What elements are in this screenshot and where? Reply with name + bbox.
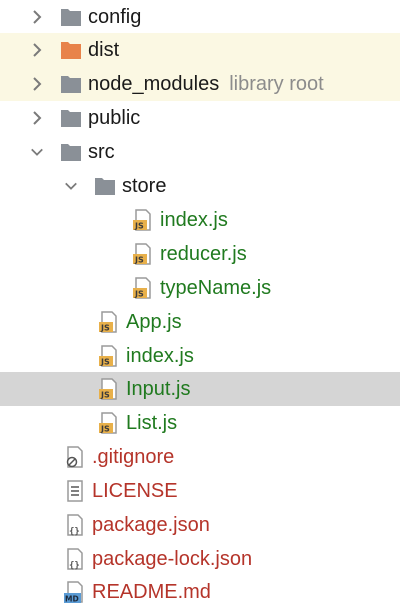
tree-item-store[interactable]: store bbox=[0, 169, 400, 203]
js-file-icon: JS bbox=[132, 209, 154, 231]
tree-item-label: List.js bbox=[126, 412, 178, 434]
chevron-right-icon[interactable] bbox=[30, 7, 44, 27]
tree-item-label: public bbox=[88, 107, 141, 129]
library-root-hint: library root bbox=[229, 72, 324, 95]
tree-item-label: LICENSE bbox=[92, 480, 178, 502]
svg-text:JS: JS bbox=[134, 290, 144, 299]
tree-item-readme-md[interactable]: MD README.md bbox=[0, 575, 400, 607]
tree-item-label: dist bbox=[88, 39, 120, 61]
folder-icon bbox=[60, 107, 82, 129]
folder-icon bbox=[60, 141, 82, 163]
svg-text:JS: JS bbox=[134, 222, 144, 231]
js-file-icon: JS bbox=[98, 378, 120, 400]
tree-item-label: src bbox=[88, 141, 115, 163]
tree-item-node-modules[interactable]: node_modules library root bbox=[0, 67, 400, 101]
tree-item-dist[interactable]: dist bbox=[0, 33, 400, 67]
tree-item-package-json[interactable]: {} package.json bbox=[0, 508, 400, 542]
js-file-icon: JS bbox=[98, 311, 120, 333]
chevron-right-icon[interactable] bbox=[30, 74, 44, 94]
markdown-file-icon: MD bbox=[64, 581, 86, 603]
tree-item-label: index.js bbox=[160, 209, 228, 231]
js-file-icon: JS bbox=[98, 345, 120, 367]
folder-icon bbox=[60, 6, 82, 28]
tree-item-label: node_modules bbox=[88, 73, 220, 95]
js-file-icon: JS bbox=[132, 243, 154, 265]
svg-text:MD: MD bbox=[65, 595, 79, 604]
svg-text:JS: JS bbox=[134, 256, 144, 265]
tree-item-label: store bbox=[122, 175, 167, 197]
chevron-right-icon[interactable] bbox=[30, 108, 44, 128]
gitignore-file-icon bbox=[64, 446, 86, 468]
tree-item-gitignore[interactable]: .gitignore bbox=[0, 440, 400, 474]
tree-item-typename-js[interactable]: JS typeName.js bbox=[0, 271, 400, 305]
tree-item-label: README.md bbox=[92, 581, 211, 603]
tree-item-src[interactable]: src bbox=[0, 135, 400, 169]
svg-text:JS: JS bbox=[100, 358, 110, 367]
svg-text:{}: {} bbox=[69, 527, 80, 536]
chevron-right-icon[interactable] bbox=[30, 40, 44, 60]
tree-item-app-js[interactable]: JS App.js bbox=[0, 305, 400, 339]
tree-item-store-index-js[interactable]: JS index.js bbox=[0, 203, 400, 237]
tree-item-input-js[interactable]: JS Input.js bbox=[0, 372, 400, 406]
js-file-icon: JS bbox=[132, 277, 154, 299]
svg-text:JS: JS bbox=[100, 324, 110, 333]
folder-excluded-icon bbox=[60, 39, 82, 61]
folder-icon bbox=[94, 175, 116, 197]
js-file-icon: JS bbox=[98, 412, 120, 434]
tree-item-license[interactable]: LICENSE bbox=[0, 474, 400, 508]
svg-text:{}: {} bbox=[69, 561, 80, 570]
tree-item-label: package.json bbox=[92, 514, 210, 536]
tree-item-label: typeName.js bbox=[160, 277, 272, 299]
tree-item-label: App.js bbox=[126, 311, 182, 333]
tree-item-reducer-js[interactable]: JS reducer.js bbox=[0, 237, 400, 271]
tree-item-package-lock-json[interactable]: {} package-lock.json bbox=[0, 542, 400, 576]
tree-item-config[interactable]: config bbox=[0, 0, 400, 34]
svg-text:JS: JS bbox=[100, 425, 110, 434]
json-file-icon: {} bbox=[64, 514, 86, 536]
tree-item-label: package-lock.json bbox=[92, 548, 253, 570]
folder-icon bbox=[60, 73, 82, 95]
tree-item-public[interactable]: public bbox=[0, 101, 400, 135]
tree-item-label: Input.js bbox=[126, 378, 191, 400]
tree-item-label: config bbox=[88, 6, 142, 28]
tree-item-label: reducer.js bbox=[160, 243, 247, 265]
svg-text:JS: JS bbox=[100, 391, 110, 400]
tree-item-src-index-js[interactable]: JS index.js bbox=[0, 339, 400, 373]
tree-item-label: .gitignore bbox=[92, 446, 175, 468]
chevron-down-icon[interactable] bbox=[64, 176, 78, 196]
json-file-icon: {} bbox=[64, 548, 86, 570]
tree-item-list-js[interactable]: JS List.js bbox=[0, 406, 400, 440]
tree-item-label: index.js bbox=[126, 345, 194, 367]
project-tree: config dist node_modules library root pu… bbox=[0, 0, 400, 607]
text-file-icon bbox=[64, 480, 86, 502]
chevron-down-icon[interactable] bbox=[30, 142, 44, 162]
